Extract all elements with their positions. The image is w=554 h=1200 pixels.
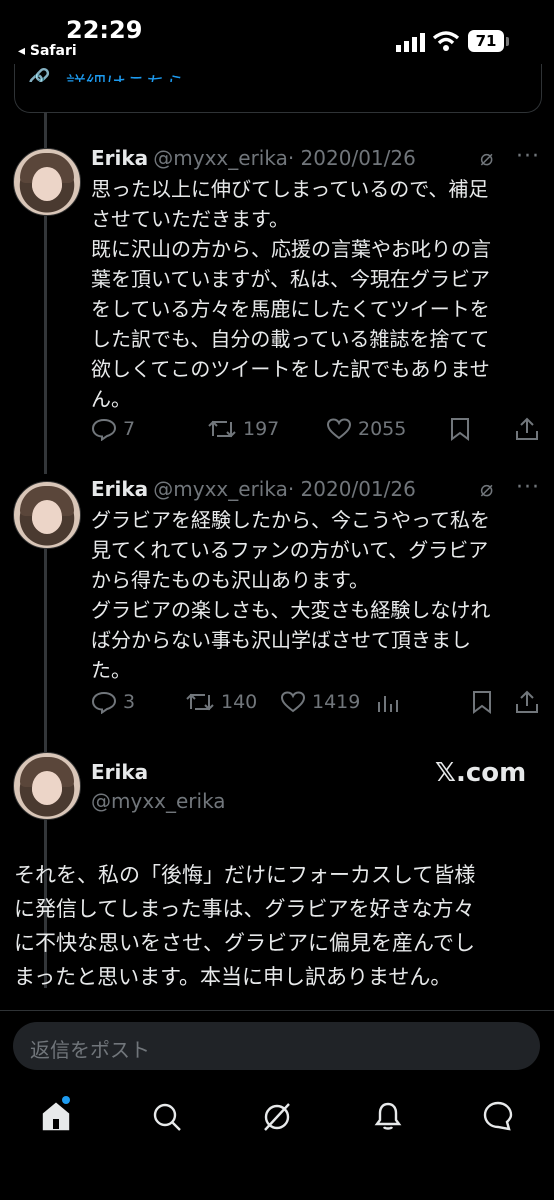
tweet-line: た。 (91, 658, 131, 682)
notifications-tab[interactable] (372, 1100, 404, 1136)
thread-line (44, 112, 47, 148)
repost-button[interactable]: 140 (185, 690, 257, 714)
signal-icon (396, 32, 426, 56)
home-icon (42, 1102, 70, 1131)
heart-icon (326, 418, 352, 440)
message-icon (483, 1101, 513, 1131)
reply-count: 3 (123, 691, 136, 713)
reply-placeholder: 返信をポスト (30, 1038, 150, 1062)
x-logo-source[interactable]: 𝕏.com (435, 758, 526, 788)
bell-icon (374, 1102, 402, 1130)
reply-button[interactable]: 7 (91, 417, 135, 441)
tweet-line: 思った以上に伸びてしまっているので、補足 (91, 177, 489, 201)
embed-line: まったと思います。本当に申し訳ありません。 (14, 965, 452, 989)
tweet-line: した訳でも、自分の載っている雑誌を捨てて (91, 327, 490, 351)
tweet-line: をしている方々を馬鹿にしたくてツイートを (91, 297, 490, 321)
tweet-text: 思った以上に伸びてしまっているので、補足 させていただきます。 既に沢山の方から… (91, 174, 531, 414)
tweet-line: 見てくれているファンの方がいて、グラビア (91, 538, 489, 562)
repost-count: 140 (221, 691, 258, 713)
back-to-safari-link[interactable]: ◂ Safari (18, 43, 77, 59)
embed-author-handle[interactable]: @myxx_erika (91, 789, 226, 813)
like-count: 1419 (312, 691, 361, 713)
avatar[interactable] (13, 148, 81, 216)
share-icon (516, 417, 538, 440)
author-handle[interactable]: @myxx_erika (153, 477, 288, 501)
notification-dot (62, 1096, 70, 1104)
author-name[interactable]: Erika (91, 477, 148, 501)
embed-author-name[interactable]: Erika (91, 760, 148, 784)
tweet-line: させていただきます。 (91, 207, 289, 231)
home-tab[interactable] (40, 1100, 72, 1136)
bookmark-button[interactable] (449, 417, 471, 441)
avatar[interactable] (13, 481, 81, 549)
repost-icon (208, 420, 236, 438)
tweet-header: Erika @myxx_erika· 2020/01/26 (91, 477, 416, 501)
reply-count: 7 (123, 418, 136, 440)
bookmark-icon (451, 418, 469, 441)
tweet-line: 葉を頂いていますが、私は、今現在グラビア (91, 267, 490, 291)
embed-line: に発信してしまった事は、グラビアを好きな方々 (14, 897, 475, 921)
tweet-header: Erika @myxx_erika· 2020/01/26 (91, 146, 416, 170)
more-icon[interactable]: ··· (516, 144, 540, 169)
share-button[interactable] (514, 416, 540, 442)
battery-icon: 71 (468, 30, 504, 52)
avatar[interactable] (13, 752, 81, 820)
tweet-line: 既に沢山の方から、応援の言葉やお叱りの言 (91, 237, 491, 261)
grok-tab[interactable] (261, 1101, 293, 1137)
heart-icon (280, 691, 306, 713)
reply-button[interactable]: 3 (91, 690, 135, 714)
analytics-button[interactable] (376, 692, 398, 714)
bookmark-button[interactable] (471, 690, 493, 714)
author-handle[interactable]: @myxx_erika (153, 146, 288, 170)
search-icon (153, 1103, 181, 1131)
repost-icon (186, 693, 214, 711)
thread-line (44, 216, 47, 474)
embed-line: それを、私の「後悔」だけにフォーカスして皆様 (14, 863, 476, 887)
grok-icon[interactable]: ⌀ (480, 477, 493, 502)
tweet-line: から得たものも沢山あります。 (91, 568, 369, 592)
like-button[interactable]: 2055 (326, 417, 406, 441)
repost-button[interactable]: 197 (207, 417, 279, 441)
details-link[interactable]: 詳細はこちら (66, 68, 186, 82)
embed-text: それを、私の「後悔」だけにフォーカスして皆様 に発信してしまった事は、グラビアを… (14, 858, 544, 994)
reply-icon (91, 691, 117, 714)
grok-icon[interactable]: ⌀ (480, 146, 493, 171)
reply-icon (91, 418, 117, 441)
tweet-date[interactable]: · 2020/01/26 (288, 146, 416, 170)
author-name[interactable]: Erika (91, 146, 148, 170)
embed-line: に不快な思いをさせ、グラビアに偏見を産んでし (14, 931, 475, 955)
divider (0, 1010, 554, 1011)
tweet-text: グラビアを経験したから、今こうやって私を 見てくれているファンの方がいて、グラビ… (91, 505, 531, 685)
tweet-line: ば分からない事も沢山学ばさせて頂きまし (91, 628, 471, 652)
battery-cap (506, 37, 509, 46)
more-icon[interactable]: ··· (516, 475, 540, 500)
share-icon (516, 690, 538, 713)
search-tab[interactable] (151, 1101, 183, 1137)
link-icon: 🔗 (28, 68, 51, 82)
wifi-icon (432, 30, 460, 56)
tweet-line: ん。 (91, 387, 131, 411)
analytics-icon (378, 696, 398, 712)
tweet-line: グラビアの楽しさも、大変さも経験しなけれ (91, 598, 491, 622)
tweet-line: グラビアを経験したから、今こうやって私を (91, 508, 490, 532)
tweet-date[interactable]: · 2020/01/26 (288, 477, 416, 501)
like-button[interactable]: 1419 (280, 690, 360, 714)
messages-tab[interactable] (482, 1100, 514, 1136)
repost-count: 197 (243, 418, 280, 440)
share-button[interactable] (514, 689, 540, 715)
tweet-line: 欲しくてこのツイートをした訳でもありませ (91, 357, 490, 381)
like-count: 2055 (358, 418, 407, 440)
clock: 22:29 (66, 16, 143, 44)
grok-icon (264, 1103, 290, 1131)
bookmark-icon (473, 691, 491, 714)
